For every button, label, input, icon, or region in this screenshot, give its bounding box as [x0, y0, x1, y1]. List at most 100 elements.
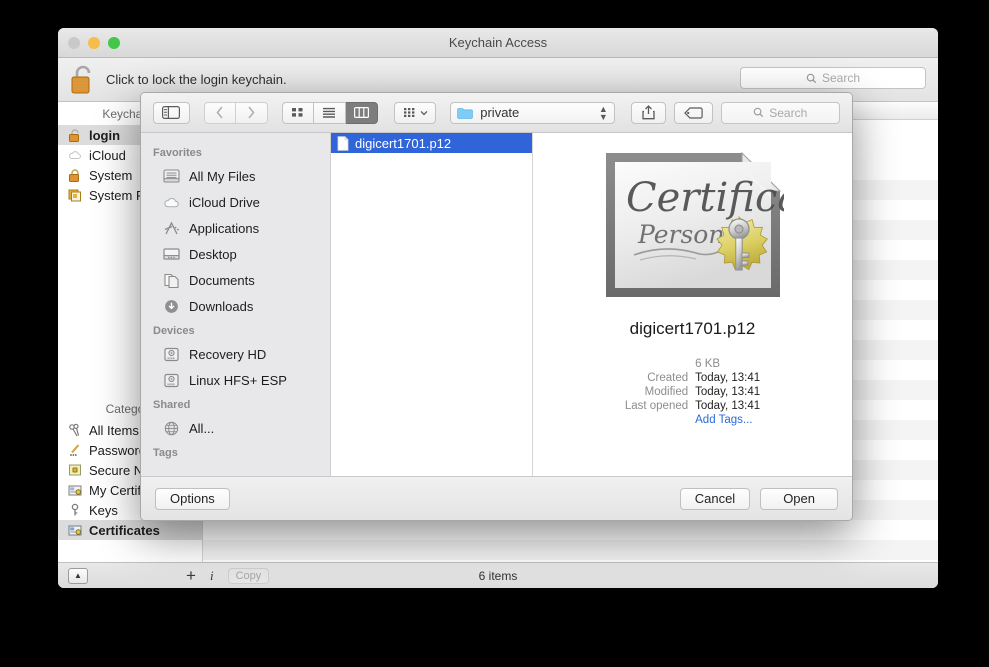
file-list-item[interactable]: digicert1701.p12 [331, 133, 532, 153]
sidebar-item-label: login [89, 127, 121, 143]
sidebar-item-all-shared[interactable]: All... [141, 415, 330, 441]
sidebar-item-label: Downloads [189, 298, 254, 314]
metadata-key-modified: Modified [644, 386, 689, 398]
path-label: private [480, 105, 520, 120]
screen: Keychain Access Click to lock the login … [0, 0, 989, 667]
file-preview-pane: Certificae Personal [533, 133, 852, 476]
table-row[interactable] [203, 540, 938, 560]
sidebar-item-label: Documents [189, 272, 255, 288]
tag-icon[interactable] [673, 101, 713, 124]
table-row[interactable] [203, 520, 938, 540]
sidebar-item-label: Recovery HD [189, 346, 267, 362]
all-my-files-icon [163, 168, 180, 183]
sidebar-item-label: Linux HFS+ ESP [189, 372, 287, 388]
metadata-key [625, 357, 695, 371]
sidebar-item-label: Keys [89, 502, 118, 518]
metadata-key [625, 413, 695, 427]
sidebar-item-documents[interactable]: Documents [141, 267, 330, 293]
lock-keychain-label: Click to lock the login keychain. [106, 72, 287, 87]
preview-file-name: digicert1701.p12 [629, 319, 756, 338]
certificate-stack-icon [68, 188, 82, 202]
sidebar-item-label: System [89, 167, 133, 183]
file-browser-column[interactable]: digicert1701.p12 [331, 133, 533, 476]
unlocked-padlock-icon[interactable] [70, 65, 96, 95]
search-icon [753, 107, 764, 118]
icon-view-icon[interactable] [281, 101, 314, 124]
folder-icon [457, 107, 473, 119]
sidebar-item-downloads[interactable]: Downloads [141, 293, 330, 319]
cloud-icon [164, 197, 179, 207]
sidebar-item-label: Desktop [189, 246, 237, 262]
keychain-status-bar: ▲ + i Copy 6 items [58, 562, 938, 588]
sidebar-item-label: All Items [89, 422, 139, 438]
sidebar-toggle-icon[interactable] [153, 101, 190, 124]
open-file-dialog: private ▲ ▼ Search Favorites All My Files [140, 92, 853, 521]
window-titlebar: Keychain Access [58, 28, 938, 58]
sidebar-item-label: All... [189, 420, 215, 436]
sidebar-item-certificates[interactable]: Certificates [58, 520, 202, 540]
sidebar-item-desktop[interactable]: Desktop [141, 241, 330, 267]
sidebar-item-recovery-hd[interactable]: Recovery HD [141, 341, 330, 367]
pencil-icon [68, 443, 82, 457]
documents-icon [164, 273, 179, 288]
sidebar-section-header: Tags [153, 447, 178, 459]
metadata-value-created: Today, 13:41 [695, 372, 761, 384]
dialog-search-placeholder: Search [769, 105, 808, 120]
chevron-down-icon [420, 110, 428, 115]
lock-keychain-control[interactable]: Click to lock the login keychain. [70, 65, 287, 95]
keys-icon [68, 423, 82, 437]
unlocked-padlock-icon [68, 128, 82, 142]
sidebar-section-header: Shared [153, 399, 191, 411]
dialog-search-field[interactable]: Search [720, 101, 840, 124]
document-icon [337, 135, 349, 151]
sidebar-item-icloud-drive[interactable]: iCloud Drive [141, 189, 330, 215]
column-view-icon[interactable] [345, 101, 378, 124]
path-stepper[interactable]: ▲ ▼ [599, 104, 608, 121]
sidebar-item-label: iCloud Drive [189, 194, 260, 210]
cloud-icon [68, 148, 82, 162]
metadata-value-modified: Today, 13:41 [695, 386, 761, 398]
finder-sidebar: Favorites All My Files iCloud Drive Appl… [141, 133, 331, 476]
window-title: Keychain Access [448, 35, 548, 50]
desktop-icon [163, 247, 180, 260]
sidebar-section-header: Devices [153, 325, 195, 337]
options-button[interactable]: Options [155, 487, 230, 510]
certificate-icon [68, 523, 82, 537]
cancel-button[interactable]: Cancel [679, 487, 751, 510]
arrange-by-icon[interactable] [393, 101, 437, 124]
sidebar-item-linux-hfs-esp[interactable]: Linux HFS+ ESP [141, 367, 330, 393]
applications-icon [164, 221, 179, 234]
sidebar-item-label: Certificates [89, 522, 160, 538]
dialog-footer: Options Cancel Open [141, 476, 852, 520]
my-certificate-icon [68, 483, 82, 497]
dialog-body: Favorites All My Files iCloud Drive Appl… [141, 133, 852, 476]
hard-drive-icon [164, 373, 179, 387]
sidebar-item-label: All My Files [189, 168, 256, 184]
keychain-search-field[interactable]: Search [740, 67, 926, 89]
share-icon[interactable] [630, 101, 666, 124]
item-count-label: 6 items [478, 568, 518, 583]
hard-drive-icon [164, 347, 179, 361]
key-icon [68, 503, 82, 517]
sidebar-item-applications[interactable]: Applications [141, 215, 330, 241]
list-view-icon[interactable] [313, 101, 346, 124]
sidebar-item-all-my-files[interactable]: All My Files [141, 163, 330, 189]
chevron-left-icon[interactable] [203, 101, 236, 124]
keychain-search-placeholder: Search [821, 71, 861, 85]
metadata-key-last-opened: Last opened [624, 400, 689, 412]
open-button[interactable]: Open [760, 487, 838, 510]
personal-certificate-icon: Certificae Personal [602, 149, 784, 301]
globe-icon [164, 421, 179, 435]
sidebar-item-label: Applications [189, 220, 260, 236]
view-mode-buttons [281, 101, 378, 124]
dialog-toolbar: private ▲ ▼ Search [141, 93, 852, 133]
sidebar-section-header: Favorites [153, 147, 202, 159]
locked-padlock-icon [68, 168, 82, 182]
file-metadata: 6 KB Created Today, 13:41 Modified Today… [625, 357, 760, 427]
add-tags-link[interactable]: Add Tags... [695, 413, 760, 427]
path-popup-button[interactable]: private ▲ ▼ [450, 101, 615, 124]
search-icon [806, 73, 817, 83]
metadata-value-last-opened: Today, 13:41 [695, 400, 761, 412]
chevron-right-icon[interactable] [235, 101, 268, 124]
navigation-buttons [203, 101, 268, 124]
